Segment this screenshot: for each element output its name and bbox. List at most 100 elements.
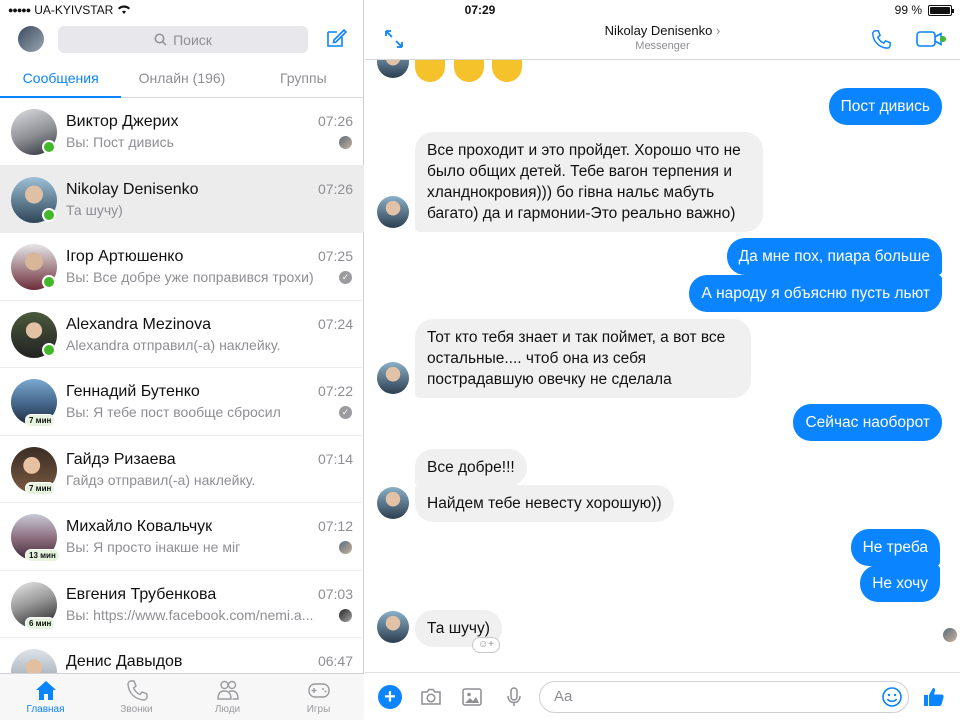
sidebar-header: Поиск (0, 20, 364, 60)
tab-games[interactable]: Игры (273, 674, 364, 720)
plus-icon[interactable]: + (378, 685, 402, 709)
active-minutes-badge: 7 мин (25, 414, 56, 427)
compose-icon[interactable] (325, 27, 347, 49)
chevron-right-icon: › (715, 23, 721, 38)
message-input[interactable]: Aa (539, 681, 909, 713)
image-icon[interactable] (460, 685, 484, 709)
online-indicator (940, 36, 946, 42)
seen-avatar-icon (339, 541, 352, 554)
list-item[interactable]: Ігор Артюшенко 07:25 Вы: Все добре уже п… (0, 233, 364, 301)
message-bubble-outgoing[interactable]: Да мне пох, пиара больше (726, 238, 942, 275)
conversation-time: 06:47 (317, 653, 353, 669)
conversation-name: Ігор Артюшенко (66, 248, 184, 265)
microphone-icon[interactable] (502, 685, 526, 709)
conversation-snippet: Вы: Все добре уже поправився трохи) (66, 269, 314, 285)
clock: 07:29 (464, 3, 496, 17)
add-reaction-icon[interactable]: ☺+ (472, 637, 500, 653)
tab-home[interactable]: Главная (0, 674, 91, 720)
tab-groups[interactable]: Группы (243, 62, 364, 97)
tab-label: Игры (306, 704, 331, 715)
conversation-time: 07:24 (317, 315, 353, 332)
list-item[interactable]: 6 мин Евгения Трубенкова 07:03 Вы: https… (0, 571, 364, 638)
tab-calls[interactable]: Звонки (91, 674, 182, 720)
list-item[interactable]: Виктор Джерих 07:26 Вы: Пост дивись (0, 98, 364, 166)
seen-avatar-icon (943, 628, 957, 642)
message-bubble-incoming[interactable]: Найдем тебе невесту хорошую)) (415, 485, 674, 522)
conversation-time: 07:03 (317, 585, 353, 602)
search-placeholder: Поиск (173, 31, 212, 48)
tab-label: Люди (214, 704, 241, 715)
tab-label: Звонки (120, 704, 153, 715)
tab-messages[interactable]: Сообщения (0, 62, 122, 98)
conversation-name: Евгения Трубенкова (66, 585, 217, 603)
list-item[interactable]: 7 мин Гайдэ Ризаева 07:14 Гайдэ отправил… (0, 436, 364, 503)
thumbs-up-icon[interactable] (922, 685, 946, 709)
sidebar-tabs: Сообщения Онлайн (196) Группы (0, 62, 364, 98)
conversation-name: Михайло Ковальчук (66, 518, 213, 535)
conversation-time: 07:25 (317, 248, 353, 264)
avatar (377, 487, 409, 519)
online-indicator (42, 207, 56, 222)
avatar (377, 196, 409, 228)
list-item[interactable]: 7 мин Геннадий Бутенко 07:22 Вы: Я тебе … (0, 368, 364, 436)
delivered-check-icon: ✓ (339, 271, 352, 284)
status-bar: ●●●●● UA-KYIVSTAR 07:29 99 % (0, 0, 960, 20)
home-icon (35, 681, 56, 700)
chat-pane: Nikolay Denisenko › Messenger Пост дивис… (365, 0, 960, 720)
conversation-name: Alexandra Mezinova (66, 315, 211, 333)
conversation-time: 07:26 (317, 180, 353, 197)
search-input[interactable]: Поиск (58, 26, 308, 53)
avatar (377, 60, 409, 78)
wifi-icon (118, 5, 131, 14)
delivered-check-icon: ✓ (339, 406, 352, 419)
conversation-name: Гайдэ Ризаева (66, 450, 176, 468)
conversation-snippet: Alexandra отправил(-а) наклейку. (66, 336, 281, 353)
search-icon (154, 33, 167, 46)
online-indicator (42, 342, 56, 357)
emoji-icon[interactable] (881, 686, 903, 708)
conversation-time: 07:22 (317, 383, 353, 399)
active-minutes-badge: 7 мин (25, 481, 56, 495)
camera-icon[interactable] (419, 685, 443, 709)
carrier-label: UA-KYIVSTAR (34, 3, 114, 17)
message-bubble-outgoing[interactable]: Сейчас наоборот (793, 404, 942, 441)
message-bubble-outgoing[interactable]: Не хочу (860, 565, 940, 602)
message-bubble-incoming[interactable]: Все проходит и это пройдет. Хорошо что н… (415, 132, 763, 232)
online-indicator (42, 275, 56, 289)
online-indicator (42, 140, 56, 154)
seen-avatar-icon (339, 608, 352, 622)
laughing-emoji-sticker (454, 60, 484, 82)
tab-online[interactable]: Онлайн (196) (121, 62, 242, 97)
battery-percent: 99 % (894, 3, 922, 17)
list-item[interactable]: Alexandra Mezinova 07:24 Alexandra отпра… (0, 301, 364, 368)
conversation-snippet: Вы: https://www.facebook.com/nemi.a... (66, 606, 314, 623)
list-item[interactable]: Nikolay Denisenko 07:26 Та шучу) (0, 165, 364, 233)
message-bubble-outgoing[interactable]: Не треба (850, 529, 940, 566)
conversation-list: Виктор Джерих 07:26 Вы: Пост дивись Niko… (0, 98, 364, 673)
contact-name-text: Nikolay Denisenko (604, 23, 713, 38)
conversation-name: Виктор Джерих (66, 113, 179, 130)
message-bubble-incoming[interactable]: Тот кто тебя знает и так поймет, а вот в… (415, 319, 751, 398)
message-bubble-outgoing[interactable]: А народу я объясню пусть льют (689, 275, 942, 312)
message-composer: + Aa (365, 672, 960, 720)
active-minutes-badge: 13 мин (25, 549, 60, 562)
phone-icon[interactable] (870, 28, 892, 50)
battery-icon (928, 4, 954, 16)
list-item[interactable]: Денис Давыдов 06:47 (0, 638, 364, 673)
message-bubble-outgoing[interactable]: Пост дивись (828, 88, 942, 125)
bottom-tab-bar: Главная Звонки Люди Игры (0, 673, 364, 720)
profile-avatar[interactable] (18, 26, 44, 52)
conversation-time: 07:12 (317, 518, 353, 534)
conversation-time: 07:14 (317, 450, 353, 467)
list-item[interactable]: 13 мин Михайло Ковальчук 07:12 Вы: Я про… (0, 503, 364, 571)
conversation-sidebar: Поиск Сообщения Онлайн (196) Группы Викт… (0, 0, 364, 720)
conversation-snippet: Та шучу) (66, 201, 123, 218)
tab-label: Главная (26, 704, 65, 715)
conversation-name: Денис Давыдов (66, 653, 183, 670)
message-bubble-incoming[interactable]: Все добре!!! (415, 449, 527, 486)
avatar (377, 362, 409, 394)
tab-people[interactable]: Люди (182, 674, 273, 720)
message-thread: Пост дивись Все проходит и это пройдет. … (365, 60, 960, 672)
avatar (377, 611, 409, 643)
gamepad-icon (307, 683, 330, 698)
